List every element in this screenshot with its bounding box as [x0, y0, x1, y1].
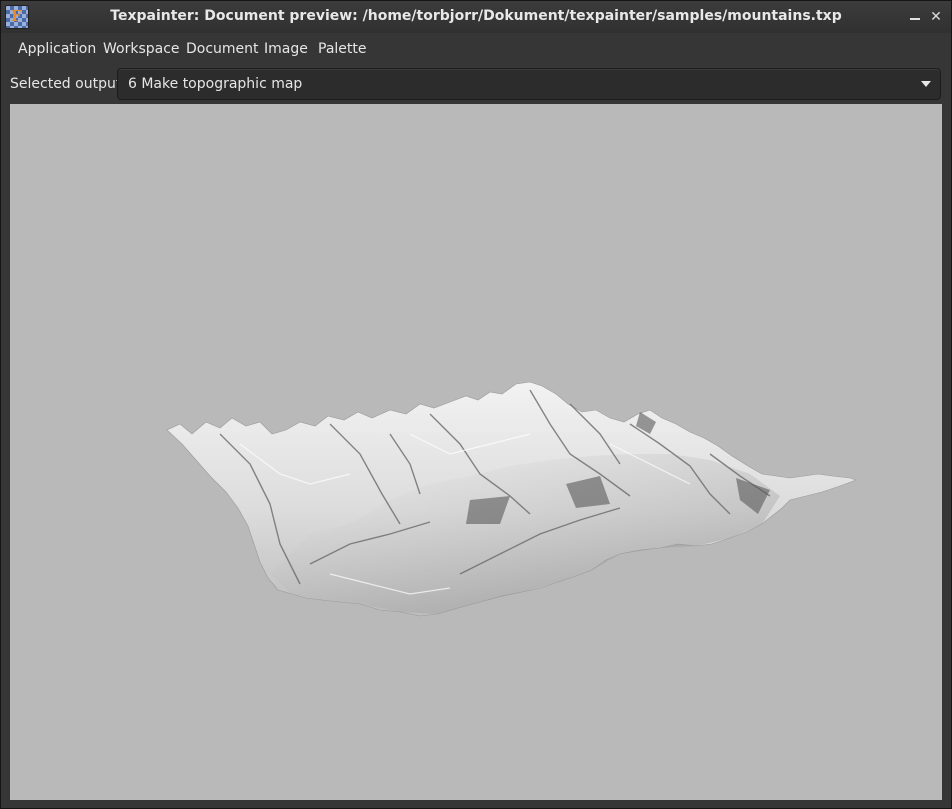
menu-palette[interactable]: Palette	[318, 41, 367, 57]
menu-image[interactable]: Image	[264, 41, 308, 57]
menu-bar: Application Workspace Document Image Pal…	[1, 33, 951, 65]
menu-workspace[interactable]: Workspace	[103, 41, 180, 57]
terrain-render	[166, 381, 857, 617]
selected-output-label: Selected output:	[10, 76, 127, 92]
menu-application[interactable]: Application	[18, 41, 96, 57]
minimize-icon[interactable]	[905, 7, 925, 27]
chevron-down-icon	[921, 81, 931, 87]
title-bar[interactable]: F Texpainter: Document preview: /home/to…	[1, 1, 951, 33]
main-window: F Texpainter: Document preview: /home/to…	[0, 0, 952, 809]
window-title: Texpainter: Document preview: /home/torb…	[110, 8, 842, 24]
selected-output-dropdown[interactable]: 6 Make topographic map	[117, 68, 941, 100]
menu-document[interactable]: Document	[186, 41, 259, 57]
close-icon[interactable]: ✕	[926, 7, 946, 27]
document-preview-viewport[interactable]	[10, 104, 942, 800]
selected-output-value: 6 Make topographic map	[128, 76, 303, 92]
output-toolbar: Selected output: 6 Make topographic map	[1, 65, 951, 103]
